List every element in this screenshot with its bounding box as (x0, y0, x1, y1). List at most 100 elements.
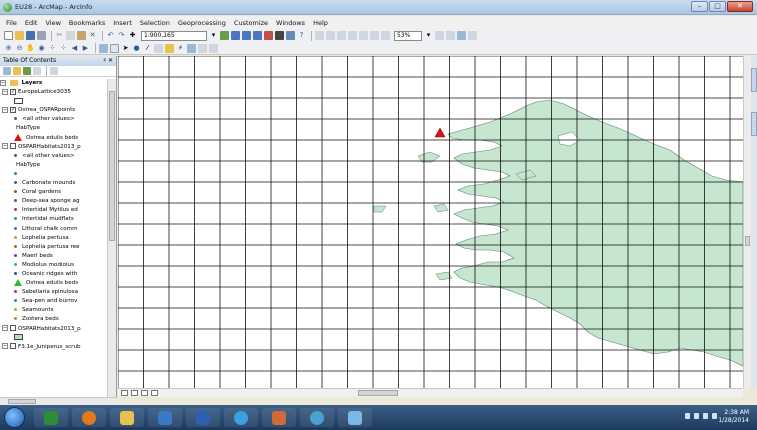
menu-customize[interactable]: Customize (234, 19, 268, 27)
taskbar-window[interactable] (338, 408, 372, 427)
tray-arrow-icon[interactable] (685, 413, 690, 419)
menu-help[interactable]: Help (313, 19, 328, 27)
network-icon[interactable] (703, 413, 708, 419)
fixed-zoom-out-icon[interactable]: ⁘ (59, 44, 68, 53)
collapse-icon[interactable]: − (0, 79, 6, 86)
paste-icon[interactable] (77, 31, 86, 40)
identify-icon[interactable]: ● (132, 44, 141, 53)
clear-selection-icon[interactable] (110, 43, 119, 53)
menu-geoprocessing[interactable]: Geoprocessing (178, 19, 226, 27)
fixed-zoom-out-icon[interactable] (381, 31, 390, 40)
pause-drawing-button[interactable] (151, 390, 158, 396)
collapse-icon[interactable]: − (2, 325, 8, 332)
data-view-button[interactable] (121, 390, 128, 396)
list-by-selection-icon[interactable] (33, 67, 41, 75)
layout-zoom-in-icon[interactable] (315, 31, 324, 40)
layout-view-button[interactable] (131, 390, 138, 396)
print-icon[interactable] (37, 31, 46, 40)
editor-toolbar-icon[interactable] (220, 31, 229, 40)
zoom-out-icon[interactable]: ⊖ (15, 44, 24, 53)
scale-dropdown-icon[interactable]: ▾ (209, 31, 218, 40)
toc-horizontal-scrollbar[interactable] (0, 397, 117, 405)
redo-icon[interactable]: ↷ (117, 31, 126, 40)
maximize-button[interactable]: □ (709, 1, 726, 12)
layer-visibility-checkbox[interactable]: ✓ (10, 88, 16, 95)
delete-icon[interactable]: ✕ (88, 31, 97, 40)
go-to-xy-icon[interactable] (198, 43, 207, 53)
collapse-icon[interactable]: − (2, 106, 8, 113)
cut-icon[interactable]: ✂ (55, 31, 64, 40)
taskbar-arcmap[interactable] (300, 408, 334, 427)
change-layout-icon[interactable] (457, 31, 466, 40)
list-by-visibility-icon[interactable] (23, 67, 31, 75)
python-window-icon[interactable] (275, 31, 284, 40)
create-viewer-icon[interactable] (209, 43, 218, 53)
catalog-tab[interactable] (751, 68, 757, 92)
find-icon[interactable] (154, 43, 163, 53)
menu-windows[interactable]: Windows (276, 19, 305, 27)
layout-pan-icon[interactable] (337, 31, 346, 40)
list-by-source-icon[interactable] (13, 67, 21, 75)
toc-pin-close-icon[interactable]: ♯ ✕ (103, 56, 113, 66)
map-display[interactable] (118, 56, 743, 388)
taskbar-explorer[interactable] (110, 408, 144, 427)
flag-icon[interactable] (694, 413, 699, 419)
taskbar-word[interactable] (186, 408, 220, 427)
refresh-button[interactable] (141, 390, 148, 396)
zoom-in-icon[interactable]: ⊕ (4, 44, 13, 53)
open-folder-icon[interactable] (15, 31, 24, 40)
map-scale-input[interactable]: 1:900,165 (141, 30, 207, 41)
hyperlink-icon[interactable]: ⚡ (176, 44, 185, 53)
clock[interactable]: 2:38 AM 1/28/2014 (718, 409, 749, 425)
collapse-icon[interactable]: − (2, 343, 8, 350)
add-data-icon[interactable]: ✚ (128, 31, 137, 40)
toc-layer-row[interactable]: − ✓ Ostrea_OSPARpoints (0, 106, 108, 115)
forward-extent-icon[interactable]: ▶ (81, 44, 90, 53)
scroll-thumb[interactable] (109, 91, 115, 241)
time-slider-icon[interactable] (187, 43, 196, 53)
full-extent-icon[interactable]: ◉ (37, 44, 46, 53)
layer-visibility-checkbox[interactable] (10, 325, 16, 332)
layers-dataframe[interactable]: − Layers (0, 79, 108, 88)
toc-layer-row[interactable]: − F3.1e_Juniperus_scrub (0, 343, 108, 352)
layer-visibility-checkbox[interactable] (10, 343, 16, 350)
collapse-icon[interactable]: − (2, 88, 8, 95)
menu-selection[interactable]: Selection (140, 19, 170, 27)
list-by-drawing-order-icon[interactable] (3, 67, 11, 75)
toc-options-icon[interactable] (50, 67, 58, 75)
taskbar-app[interactable] (262, 408, 296, 427)
measure-icon[interactable] (165, 43, 174, 53)
html-popup-icon[interactable]: ⁄ (143, 44, 152, 53)
pan-icon[interactable]: ✋ (26, 44, 35, 53)
model-builder-icon[interactable] (286, 31, 295, 40)
toc-layer-row[interactable]: − OSPARHabitats2013_p (0, 143, 108, 152)
layer-visibility-checkbox[interactable]: ✓ (10, 106, 16, 113)
menu-edit[interactable]: Edit (25, 19, 38, 27)
save-icon[interactable] (26, 31, 35, 40)
help-icon[interactable]: ? (297, 31, 306, 40)
map-vertical-scrollbar[interactable] (743, 56, 751, 388)
menu-insert[interactable]: Insert (113, 19, 132, 27)
ostrea-edulis-point[interactable] (434, 127, 446, 138)
toggle-draft-mode-icon[interactable] (435, 31, 444, 40)
fixed-zoom-in-icon[interactable] (370, 31, 379, 40)
layer-visibility-checkbox[interactable] (10, 143, 16, 150)
taskbar-firefox[interactable] (72, 408, 106, 427)
menu-view[interactable]: View (45, 19, 60, 27)
search-window-icon[interactable] (253, 31, 262, 40)
scroll-thumb[interactable] (8, 399, 36, 404)
toc-vertical-scrollbar[interactable] (107, 79, 116, 397)
toc-layer-row[interactable]: − OSPARHabitats2013_p (0, 325, 108, 334)
start-button[interactable] (4, 407, 25, 428)
toc-layer-row[interactable]: − ✓ EuropeLattice3035 (0, 88, 108, 97)
catalog-icon[interactable] (242, 31, 251, 40)
copy-icon[interactable] (66, 31, 75, 40)
focus-data-frame-icon[interactable] (446, 31, 455, 40)
zoom-100-icon[interactable] (359, 31, 368, 40)
layout-zoom-percent-input[interactable]: 53% (394, 30, 422, 41)
minimize-button[interactable]: – (691, 1, 708, 12)
collapse-icon[interactable]: − (2, 143, 8, 150)
close-button[interactable]: ✕ (727, 1, 753, 12)
back-extent-icon[interactable]: ◀ (70, 44, 79, 53)
ostrea-point-marker[interactable] (434, 127, 446, 138)
